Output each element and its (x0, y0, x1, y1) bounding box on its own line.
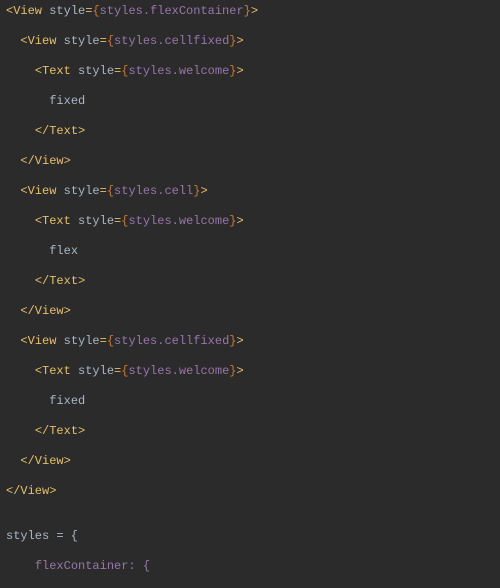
code-line: </View> (0, 454, 500, 469)
code-line: </Text> (0, 124, 500, 139)
code-line: </View> (0, 154, 500, 169)
code-line: <View style={styles.flexContainer}> (0, 4, 500, 19)
code-line: <Text style={styles.welcome}> (0, 364, 500, 379)
code-line: <View style={styles.cellfixed}> (0, 34, 500, 49)
code-line: flexContainer: { (0, 559, 500, 574)
code-line: <Text style={styles.welcome}> (0, 64, 500, 79)
code-line: </View> (0, 484, 500, 499)
code-line: styles = { (0, 529, 500, 544)
code-line: fixed (0, 94, 500, 109)
code-line: flex (0, 244, 500, 259)
code-line: </View> (0, 304, 500, 319)
code-editor-content: <View style={styles.flexContainer}> <Vie… (0, 0, 500, 588)
code-line: <Text style={styles.welcome}> (0, 214, 500, 229)
code-line: </Text> (0, 424, 500, 439)
code-line: fixed (0, 394, 500, 409)
code-line: </Text> (0, 274, 500, 289)
code-line: <View style={styles.cell}> (0, 184, 500, 199)
code-line: <View style={styles.cellfixed}> (0, 334, 500, 349)
